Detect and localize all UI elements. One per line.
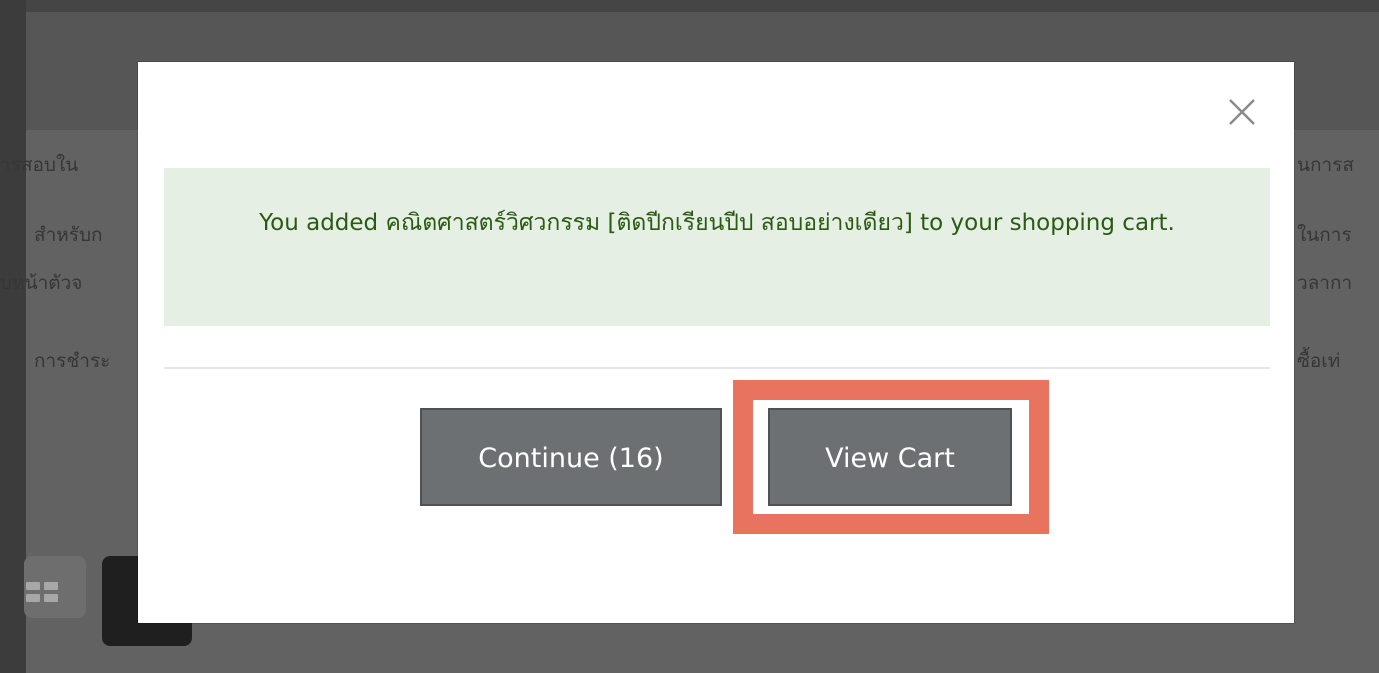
view-cart-button[interactable]: View Cart <box>768 408 1012 506</box>
grid-view-icon <box>26 582 60 602</box>
background-text: ซื้อเท่ <box>1297 350 1341 372</box>
top-strip <box>0 0 1379 12</box>
close-icon <box>1229 99 1255 125</box>
background-text: ในการ <box>1297 224 1352 246</box>
background-text: นการส <box>1297 154 1354 176</box>
continue-button[interactable]: Continue (16) <box>420 408 722 506</box>
background-text: บหน้าตัวจ <box>0 272 83 294</box>
background-text: ารสอบใน <box>0 154 79 176</box>
left-strip <box>0 0 26 673</box>
background-text: วลากา <box>1297 272 1353 294</box>
divider <box>164 367 1270 369</box>
close-button[interactable] <box>1222 92 1262 132</box>
success-message: You added คณิตศาสตร์วิศวกรรม [ติดปีกเรีย… <box>164 168 1270 326</box>
add-to-cart-modal: You added คณิตศาสตร์วิศวกรรม [ติดปีกเรีย… <box>138 62 1294 623</box>
